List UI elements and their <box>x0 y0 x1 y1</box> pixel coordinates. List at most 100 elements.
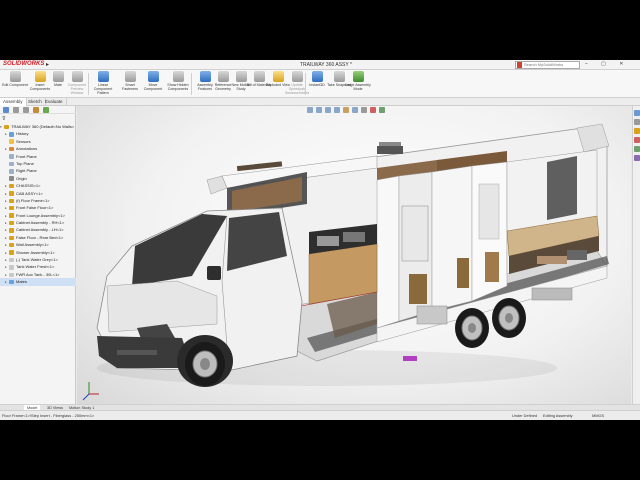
selected-step-insert[interactable] <box>403 356 417 361</box>
plane-icon <box>9 169 14 174</box>
tree-item-label: Front Plane <box>16 153 37 159</box>
part-icon <box>9 272 14 277</box>
tree-item-label: (f) Floor Frame<1> <box>16 197 50 203</box>
roof-hatch <box>377 146 403 154</box>
tree-item[interactable]: Origin <box>0 175 76 182</box>
tree-item-label: CAB ASSY<1> <box>16 190 43 196</box>
tree-item[interactable]: ▸ FWR Aux Tank - 30L<1> <box>0 271 76 278</box>
solidworks-window: SOLIDWORKS ▸ TRAILWAY 360 ASSY * Search … <box>0 60 640 420</box>
part-icon <box>9 265 14 270</box>
rv-model[interactable] <box>77 106 631 410</box>
motion-study-icon <box>235 71 247 82</box>
show-hidden-button[interactable]: Show Hidden Components <box>165 71 191 97</box>
sensor-icon <box>9 139 14 144</box>
ribbon-label: Edit Component <box>2 83 28 87</box>
graphics-viewport[interactable] <box>77 106 631 410</box>
insert-components-icon <box>34 71 46 82</box>
appearances-icon[interactable] <box>634 146 640 152</box>
tab-evaluate[interactable]: Evaluate <box>42 98 67 106</box>
bom-icon <box>253 71 265 82</box>
assembly-features-icon <box>199 71 211 82</box>
tree-item[interactable]: ▸ Annotations <box>0 145 76 152</box>
search-icon <box>517 62 522 68</box>
tree-item[interactable]: ▸ CHASSIS<1> <box>0 182 76 189</box>
letterbox-bottom <box>0 420 640 480</box>
tree-item-label: Front False Floor<1> <box>16 205 54 211</box>
solidworks-resources-icon[interactable] <box>634 110 640 116</box>
water-tank <box>416 305 448 325</box>
tree-item[interactable]: Top Plane <box>0 160 76 167</box>
configuration-manager-icon[interactable] <box>23 107 29 113</box>
triad-icon <box>82 382 99 401</box>
filter-icon[interactable]: ⊽ <box>2 116 6 122</box>
app-logo[interactable]: SOLIDWORKS <box>3 61 44 67</box>
linear-pattern-icon <box>97 71 109 82</box>
tree-item[interactable]: ▸ Wall Assembly<1> <box>0 241 76 248</box>
snapshot-icon <box>333 71 345 82</box>
tree-item[interactable]: ▸ (-) Tank Water Grey<1> <box>0 256 76 263</box>
tree-item[interactable]: ▸ False Floor - Rear Bed<1> <box>0 234 76 241</box>
linear-pattern-button[interactable]: Linear Component Pattern <box>90 71 116 97</box>
subassembly-icon <box>9 228 14 233</box>
tree-item[interactable]: ▸ Front False Floor<1> <box>0 204 76 211</box>
title-bar: SOLIDWORKS ▸ TRAILWAY 360 ASSY * Search … <box>0 60 640 70</box>
status-units[interactable]: MMGS <box>592 413 604 418</box>
tree-item[interactable]: ▸ Mates <box>0 278 76 286</box>
feature-tree-icon[interactable] <box>3 107 9 113</box>
ribbon-label: Linear Component Pattern <box>93 83 113 95</box>
tab-assembly[interactable]: Assembly <box>0 98 27 106</box>
side-mirror <box>207 266 221 280</box>
tree-item[interactable]: ▸ Tank Water Fresh<1> <box>0 263 76 270</box>
tree-item[interactable]: ▸ Cabinet Assembly - LH<1> <box>0 226 76 233</box>
subassembly-icon <box>9 191 14 196</box>
tree-item-label: Mates <box>16 279 27 285</box>
tree-item[interactable]: Right Plane <box>0 167 76 174</box>
origin-icon <box>9 176 14 181</box>
subassembly-icon <box>9 213 14 218</box>
display-manager-icon[interactable] <box>43 107 49 113</box>
mates-icon <box>9 279 14 285</box>
property-manager-icon[interactable] <box>13 107 19 113</box>
show-hidden-icon <box>172 71 184 82</box>
status-editing: Editing Assembly <box>543 413 573 418</box>
window-controls[interactable]: – ▢ ✕ <box>585 61 629 67</box>
tree-item[interactable]: ▸ CAB ASSY<1> <box>0 190 76 197</box>
menu-expand-icon[interactable]: ▸ <box>46 61 49 68</box>
tree-item[interactable]: Front Plane <box>0 153 76 160</box>
annotations-icon <box>9 146 14 152</box>
status-bar: Floor Frame<1>/Step Insert - Fiberglass … <box>0 410 640 420</box>
tree-item[interactable]: ▸ Front Lounge Assembly<1> <box>0 212 76 219</box>
large-assembly-mode-button[interactable]: Large Assembly Mode <box>345 71 371 97</box>
instant3d-icon <box>311 71 323 82</box>
tree-item[interactable]: ▸ Shower Assembly<1> <box>0 249 76 256</box>
tree-item[interactable]: ▸ Cabinet Assembly - RH<1> <box>0 219 76 226</box>
custom-properties-icon[interactable] <box>634 155 640 161</box>
edit-component-button[interactable]: Edit Component <box>2 71 28 97</box>
speedpak-icon <box>291 71 303 82</box>
view-palette-icon[interactable] <box>634 137 640 143</box>
mate-icon <box>52 71 64 82</box>
tree-root[interactable]: ▾ TRAILWAY 360 (Default<No Walls> <box>0 123 76 130</box>
tree-item[interactable]: ▸ History <box>0 130 76 137</box>
tree-item-label: (-) Tank Water Grey<1> <box>16 257 58 263</box>
file-explorer-icon[interactable] <box>634 128 640 134</box>
tree-item[interactable]: Sensors <box>0 138 76 145</box>
letterbox-top <box>0 0 640 60</box>
tree-item-label: FWR Aux Tank - 30L<1> <box>16 271 60 277</box>
design-library-icon[interactable] <box>634 119 640 125</box>
tree-item[interactable]: ▸ (f) Floor Frame<1> <box>0 197 76 204</box>
subassembly-icon <box>9 250 14 255</box>
tree-item-label: CHASSIS<1> <box>16 183 41 189</box>
van-cab <box>96 207 303 387</box>
tree-item-label: Origin <box>16 175 27 181</box>
ribbon-separator <box>88 73 89 95</box>
component-preview-button[interactable]: Component Preview Window <box>64 71 90 97</box>
search-input[interactable]: Search MySolidWorks <box>515 61 580 69</box>
smart-fasteners-icon <box>124 71 136 82</box>
subassembly-icon <box>9 235 14 241</box>
move-component-button[interactable]: Move Component <box>140 71 166 97</box>
tree-item-label: Right Plane <box>16 168 37 174</box>
dimxpert-icon[interactable] <box>33 107 39 113</box>
move-component-icon <box>147 71 159 82</box>
document-title: TRAILWAY 360 ASSY * <box>300 62 352 68</box>
